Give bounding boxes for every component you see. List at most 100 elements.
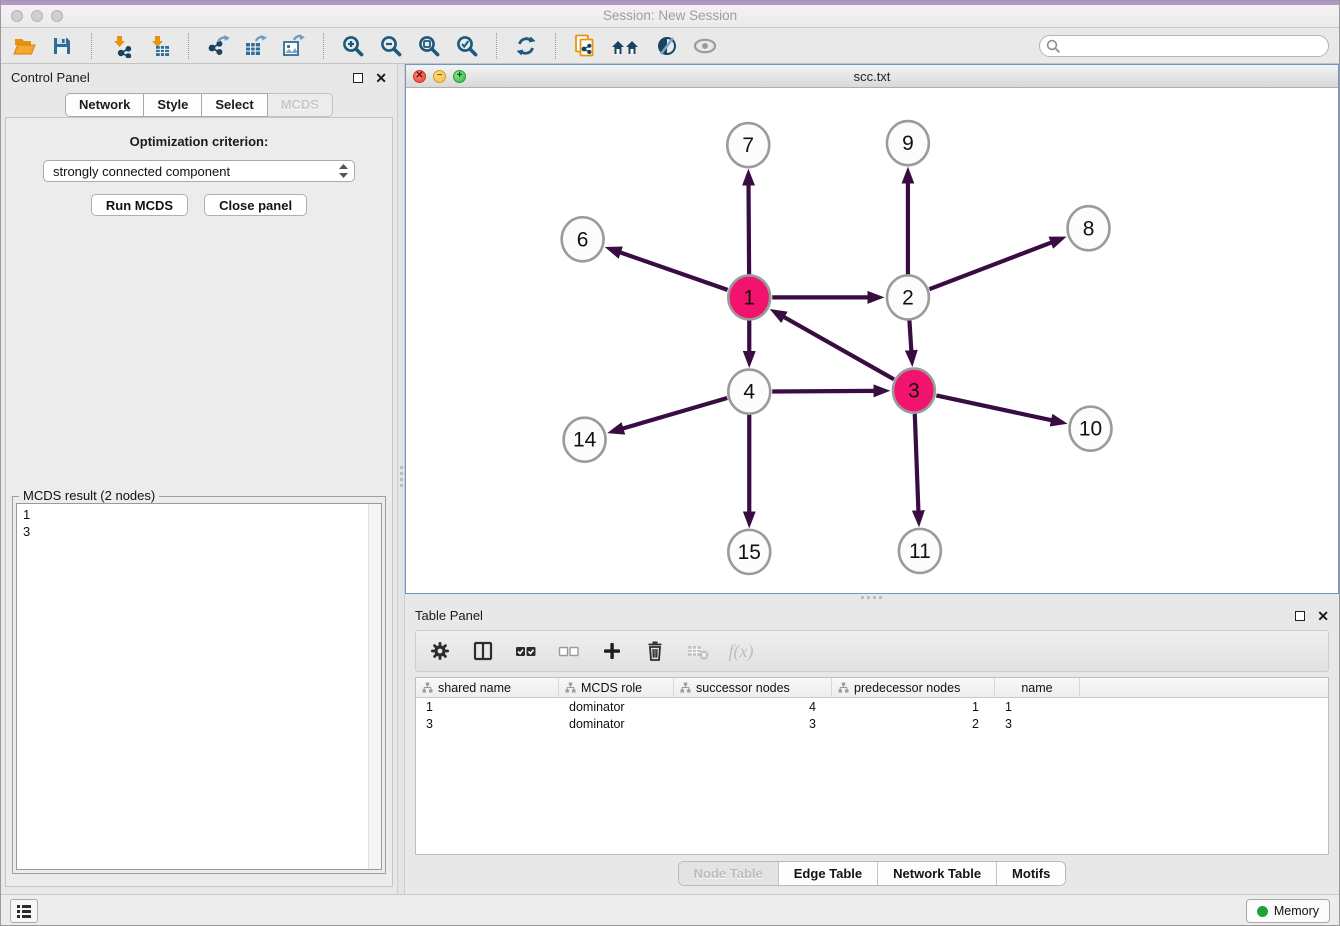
- tab-select[interactable]: Select: [202, 93, 267, 117]
- cell-mcds-role[interactable]: dominator: [559, 700, 674, 714]
- main-toolbar: [1, 28, 1339, 64]
- hierarchy-icon: [680, 682, 691, 693]
- graph-edge-1-7[interactable]: [749, 184, 750, 274]
- graph-edge-3-11[interactable]: [915, 414, 919, 512]
- frame-minimize-button[interactable]: −: [433, 70, 446, 83]
- export-table-icon[interactable]: [243, 33, 269, 59]
- toolbar-separator: [323, 33, 324, 59]
- app-window: Session: New Session: [0, 0, 1340, 926]
- graph-edge-2-8[interactable]: [929, 242, 1052, 289]
- cell-name[interactable]: 1: [995, 700, 1080, 714]
- graph-edge-2-3[interactable]: [909, 320, 911, 351]
- graph-node-label: 11: [909, 540, 931, 563]
- control-panel-float-icon[interactable]: [353, 73, 363, 83]
- graph-edges[interactable]: [619, 182, 1052, 513]
- table-options-gear-icon[interactable]: [428, 639, 452, 663]
- toolbar-separator: [188, 33, 189, 59]
- network-view-title: scc.txt: [406, 69, 1338, 84]
- import-table-icon[interactable]: [146, 33, 172, 59]
- memory-button[interactable]: Memory: [1246, 899, 1330, 923]
- network-view-titlebar: ✕ − + scc.txt: [406, 65, 1338, 88]
- column-label: shared name: [438, 681, 511, 695]
- select-all-checkboxes-icon[interactable]: [514, 639, 538, 663]
- tab-style[interactable]: Style: [144, 93, 202, 117]
- clone-network-icon[interactable]: [572, 33, 598, 59]
- toolbar-separator: [91, 33, 92, 59]
- export-image-icon[interactable]: [281, 33, 307, 59]
- delete-columns-trash-icon[interactable]: [643, 639, 667, 663]
- cell-name[interactable]: 3: [995, 717, 1080, 731]
- tab-node-table[interactable]: Node Table: [679, 862, 778, 885]
- network-canvas[interactable]: 1234678910111415: [406, 88, 1338, 593]
- column-label: successor nodes: [696, 681, 790, 695]
- cell-successor-nodes[interactable]: 3: [674, 717, 832, 731]
- control-panel-close-icon[interactable]: ✕: [375, 73, 387, 83]
- optimization-criterion-select[interactable]: strongly connected component: [43, 160, 355, 182]
- result-scrollbar[interactable]: [368, 504, 381, 869]
- zoom-fit-icon[interactable]: [416, 33, 442, 59]
- network-canvas-svg[interactable]: 1234678910111415: [406, 88, 1338, 593]
- control-panel-tabs: Network Style Select MCDS: [1, 91, 397, 117]
- graph-node-label: 10: [1079, 418, 1102, 441]
- optimization-criterion-label: Optimization criterion:: [130, 134, 269, 149]
- hide-selected-icon[interactable]: [692, 33, 718, 59]
- search-input[interactable]: [1039, 35, 1329, 57]
- node-table: shared name MCDS role successor nodes: [415, 677, 1329, 855]
- cell-predecessor-nodes[interactable]: 1: [832, 700, 995, 714]
- table-toolbar: f(x): [415, 630, 1329, 672]
- run-mcds-button[interactable]: Run MCDS: [91, 194, 188, 216]
- cell-shared-name[interactable]: 1: [416, 700, 559, 714]
- graph-edge-3-10[interactable]: [936, 395, 1052, 420]
- toolbar-separator: [555, 33, 556, 59]
- column-header-predecessor-nodes[interactable]: predecessor nodes: [832, 678, 995, 697]
- tab-mcds[interactable]: MCDS: [268, 93, 333, 117]
- cell-shared-name[interactable]: 3: [416, 717, 559, 731]
- refresh-layout-icon[interactable]: [513, 33, 539, 59]
- graph-edge-1-6[interactable]: [619, 252, 727, 290]
- cell-mcds-role[interactable]: dominator: [559, 717, 674, 731]
- table-row[interactable]: 3 dominator 3 2 3: [416, 715, 1328, 732]
- graph-edge-4-3[interactable]: [772, 391, 875, 392]
- column-header-shared-name[interactable]: shared name: [416, 678, 559, 697]
- show-column-icon[interactable]: [471, 639, 495, 663]
- save-session-icon[interactable]: [49, 33, 75, 59]
- graph-node-label: 2: [902, 286, 914, 309]
- table-panel-close-icon[interactable]: ✕: [1317, 611, 1329, 621]
- zoom-in-icon[interactable]: [340, 33, 366, 59]
- tab-network[interactable]: Network: [65, 93, 144, 117]
- tab-motifs[interactable]: Motifs: [996, 862, 1065, 885]
- tab-edge-table[interactable]: Edge Table: [778, 862, 877, 885]
- table-panel-float-icon[interactable]: [1295, 611, 1305, 621]
- table-row[interactable]: 1 dominator 4 1 1: [416, 698, 1328, 715]
- add-column-icon[interactable]: [600, 639, 624, 663]
- graph-node-label: 9: [902, 132, 914, 155]
- open-session-icon[interactable]: [11, 33, 37, 59]
- first-neighbors-icon[interactable]: [610, 33, 642, 59]
- mcds-result-groupbox: MCDS result (2 nodes) 1 3: [12, 496, 386, 874]
- cell-predecessor-nodes[interactable]: 2: [832, 717, 995, 731]
- task-history-button[interactable]: [10, 899, 38, 923]
- deselect-all-checkboxes-icon[interactable]: [557, 639, 581, 663]
- cell-successor-nodes[interactable]: 4: [674, 700, 832, 714]
- node-table-header-row: shared name MCDS role successor nodes: [416, 678, 1328, 698]
- apply-style-icon[interactable]: [654, 33, 680, 59]
- export-network-icon[interactable]: [205, 33, 231, 59]
- memory-status-dot: [1257, 906, 1268, 917]
- horizontal-splitter[interactable]: [405, 594, 1339, 602]
- zoom-out-icon[interactable]: [378, 33, 404, 59]
- graph-edge-4-14[interactable]: [622, 398, 727, 429]
- close-panel-button[interactable]: Close panel: [204, 194, 307, 216]
- frame-close-button[interactable]: ✕: [413, 70, 426, 83]
- mcds-result-textarea[interactable]: 1 3: [16, 503, 382, 870]
- column-header-mcds-role[interactable]: MCDS role: [559, 678, 674, 697]
- import-network-icon[interactable]: [108, 33, 134, 59]
- table-panel-title: Table Panel: [415, 608, 483, 623]
- splitter-grip: [400, 466, 403, 490]
- column-header-successor-nodes[interactable]: successor nodes: [674, 678, 832, 697]
- zoom-selected-icon[interactable]: [454, 33, 480, 59]
- tab-network-table[interactable]: Network Table: [877, 862, 996, 885]
- graph-edge-3-1[interactable]: [783, 317, 894, 380]
- frame-maximize-button[interactable]: +: [453, 70, 466, 83]
- vertical-splitter[interactable]: [397, 64, 405, 894]
- column-header-name[interactable]: name: [995, 678, 1080, 697]
